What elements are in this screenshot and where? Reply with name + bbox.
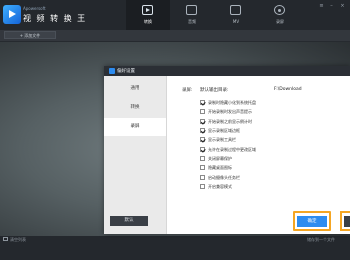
close-icon[interactable]: × <box>339 3 346 9</box>
section-label: 录屏: <box>182 88 193 93</box>
option-label: 开启兼容模式 <box>208 184 232 189</box>
merge-files-label[interactable]: 储存到一个文件 <box>307 237 335 243</box>
option-label: 显示录制工具栏 <box>208 137 236 142</box>
menu-icon[interactable]: ≡ <box>318 3 325 9</box>
tab-audio[interactable]: 音频 <box>170 0 214 30</box>
option-label: 开始录制时发出声音提示 <box>208 109 252 114</box>
tab-convert-label: 转换 <box>144 19 152 24</box>
sidebar-item-convert[interactable]: 转换 <box>104 99 166 117</box>
option-label: 启动摄像头任务栏 <box>208 175 240 180</box>
clear-list-label[interactable]: 清空列表 <box>10 237 26 243</box>
minimize-icon[interactable]: – <box>328 3 335 9</box>
cancel-button-partial[interactable] <box>340 211 350 231</box>
bottom-bar: 清空列表 储存到一个文件 <box>0 236 350 260</box>
file-toolbar: + 添加文件 <box>0 30 350 42</box>
sidebar-item-record[interactable]: 录屏 <box>104 118 166 136</box>
option-label: 关闭屏幕保护 <box>208 156 232 161</box>
tab-audio-label: 音频 <box>188 19 196 24</box>
add-file-button[interactable]: + 添加文件 <box>4 31 56 39</box>
ok-button[interactable]: 确定 <box>297 216 327 227</box>
checkbox[interactable] <box>200 109 205 114</box>
mv-icon <box>230 5 241 15</box>
preferences-dialog: 偏好设置 通用 转换 录屏 录屏: 默认输出目录: F:\Download 录制… <box>104 66 350 234</box>
default-button[interactable]: 默认 <box>110 216 148 226</box>
dialog-sidebar: 通用 转换 录屏 <box>104 76 167 234</box>
output-path-value[interactable]: F:\Download <box>274 87 302 92</box>
tab-record-label: 录屏 <box>276 19 284 24</box>
tab-record[interactable]: 录屏 <box>258 0 302 30</box>
output-path-label: 默认输出目录: <box>200 88 229 93</box>
option-label: 隐藏桌面图标 <box>208 165 232 170</box>
checkbox[interactable] <box>200 175 205 180</box>
option-label: 开始录制之前显示倒计时 <box>208 119 252 124</box>
app-logo-icon <box>3 5 21 24</box>
checkbox[interactable] <box>200 184 205 189</box>
tab-mv[interactable]: MV <box>214 0 258 30</box>
sidebar-item-general[interactable]: 通用 <box>104 80 166 98</box>
checkbox[interactable] <box>200 137 205 142</box>
ok-highlight-box: 确定 <box>293 211 331 231</box>
checkbox[interactable] <box>200 165 205 170</box>
checkbox[interactable] <box>200 119 205 124</box>
tab-convert[interactable]: 转换 <box>126 0 170 30</box>
dialog-titlebar: 偏好设置 <box>104 66 350 76</box>
dialog-title: 偏好设置 <box>117 69 135 74</box>
checkbox[interactable] <box>200 147 205 152</box>
top-bar: Apowersoft 视 频 转 换 王 转换 音频 MV 录屏 ≡ – × <box>0 0 350 30</box>
checkbox[interactable] <box>200 100 205 105</box>
video-icon <box>142 5 153 15</box>
tab-mv-label: MV <box>232 19 240 24</box>
option-label: 允许在录制过程中更改区域 <box>208 147 256 152</box>
app-subtitle: Apowersoft <box>23 6 46 11</box>
checkbox[interactable] <box>200 156 205 161</box>
app-title: 视 频 转 换 王 <box>23 14 87 23</box>
audio-icon <box>186 5 197 15</box>
checkbox[interactable] <box>200 128 205 133</box>
clear-list-icon[interactable] <box>3 237 8 241</box>
dialog-app-icon <box>109 68 115 74</box>
option-label: 录制时隐藏小化到系统托盘 <box>208 100 256 105</box>
record-icon <box>274 5 285 15</box>
option-label: 显示录制区域边框 <box>208 128 240 133</box>
